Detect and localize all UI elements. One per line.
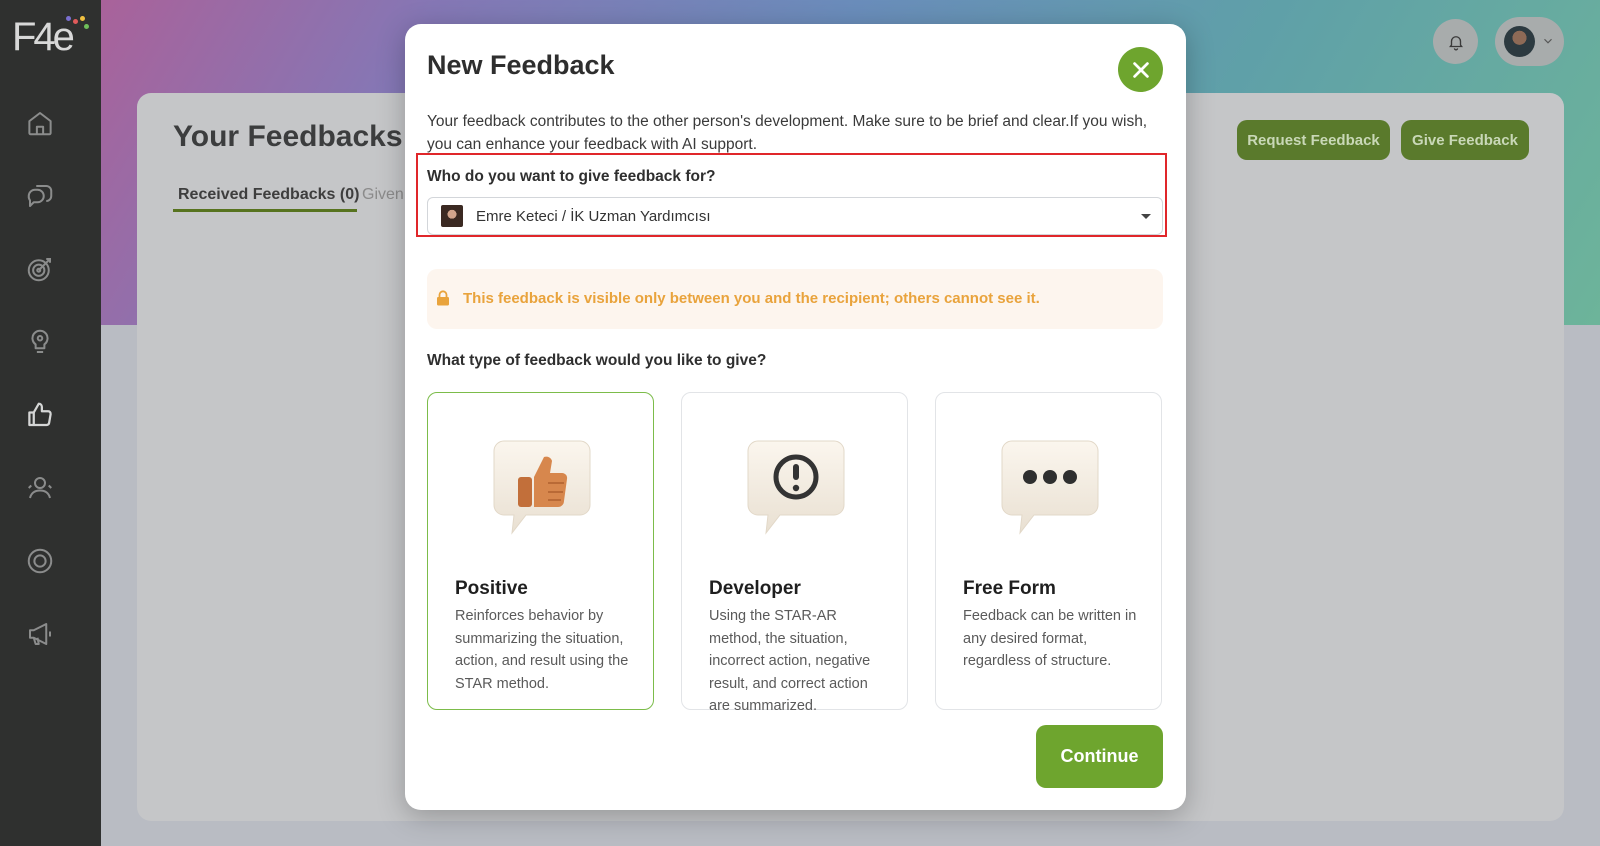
feedback-type-positive-card[interactable]: Positive Reinforces behavior by summariz…	[427, 392, 654, 710]
thumbs-up-bubble-icon	[493, 440, 591, 535]
profile-menu-button[interactable]	[1495, 17, 1564, 66]
logo-dot	[84, 24, 89, 29]
active-tab-indicator	[173, 209, 357, 212]
logo-text: F4e	[12, 15, 75, 59]
close-button[interactable]	[1118, 47, 1163, 92]
target-icon[interactable]	[22, 251, 58, 287]
settings-icon[interactable]	[22, 543, 58, 579]
feedback-type-description: Using the STAR-AR method, the situation,…	[709, 608, 871, 714]
feedback-type-developer-card[interactable]: Developer Using the STAR-AR method, the …	[681, 392, 908, 714]
home-icon[interactable]	[22, 105, 58, 141]
recipient-select[interactable]: Emre Keteci / İK Uzman Yardımcısı	[427, 197, 1163, 235]
tab-received-feedbacks[interactable]: Received Feedbacks (0)	[178, 186, 359, 204]
give-feedback-button[interactable]: Give Feedback	[1401, 120, 1529, 160]
feedback-type-description: Reinforces behavior by summarizing the s…	[455, 608, 629, 692]
feedback-type-description: Feedback can be written in any desired f…	[963, 608, 1137, 669]
page-title: Your Feedbacks	[173, 120, 403, 153]
feedback-type-free-form-card[interactable]: Free Form Feedback can be written in any…	[935, 392, 1162, 710]
lightbulb-icon[interactable]	[22, 324, 58, 360]
privacy-notice-text: This feedback is visible only between yo…	[463, 290, 1040, 307]
exclamation-bubble-icon	[747, 440, 845, 535]
request-feedback-button[interactable]: Request Feedback	[1237, 120, 1390, 160]
ellipsis-bubble-icon	[1001, 440, 1099, 535]
recipient-label: Who do you want to give feedback for?	[427, 168, 716, 185]
feedback-type-title: Developer	[709, 578, 801, 599]
users-icon[interactable]	[22, 470, 58, 506]
continue-button[interactable]: Continue	[1036, 725, 1163, 788]
lock-icon	[437, 290, 449, 306]
logo-dot	[80, 16, 85, 21]
feedback-type-title: Free Form	[963, 578, 1056, 599]
recipient-avatar	[441, 205, 463, 227]
chat-icon[interactable]	[22, 178, 58, 214]
close-icon	[1132, 61, 1149, 78]
bell-icon	[1448, 35, 1463, 50]
feedback-type-label: What type of feedback would you like to …	[427, 352, 767, 369]
sidebar: F4e	[0, 0, 101, 846]
modal-title: New Feedback	[427, 50, 615, 80]
megaphone-icon[interactable]	[22, 616, 58, 652]
privacy-notice: This feedback is visible only between yo…	[427, 269, 1163, 329]
recipient-value: Emre Keteci / İK Uzman Yardımcısı	[476, 208, 711, 225]
tab-given-feedbacks[interactable]: Given	[362, 186, 404, 204]
thumbs-up-icon[interactable]	[22, 397, 58, 433]
logo-dot	[66, 16, 71, 21]
app-logo[interactable]: F4e	[12, 12, 89, 62]
modal-intro-text: Your feedback contributes to the other p…	[427, 113, 1148, 153]
avatar	[1504, 26, 1535, 57]
notifications-button[interactable]	[1433, 19, 1478, 64]
logo-dot	[73, 19, 78, 24]
new-feedback-modal: New Feedback Your feedback contributes t…	[405, 24, 1186, 810]
feedback-type-title: Positive	[455, 578, 528, 599]
caret-down-icon	[1141, 214, 1151, 219]
chevron-down-icon	[1544, 38, 1552, 44]
